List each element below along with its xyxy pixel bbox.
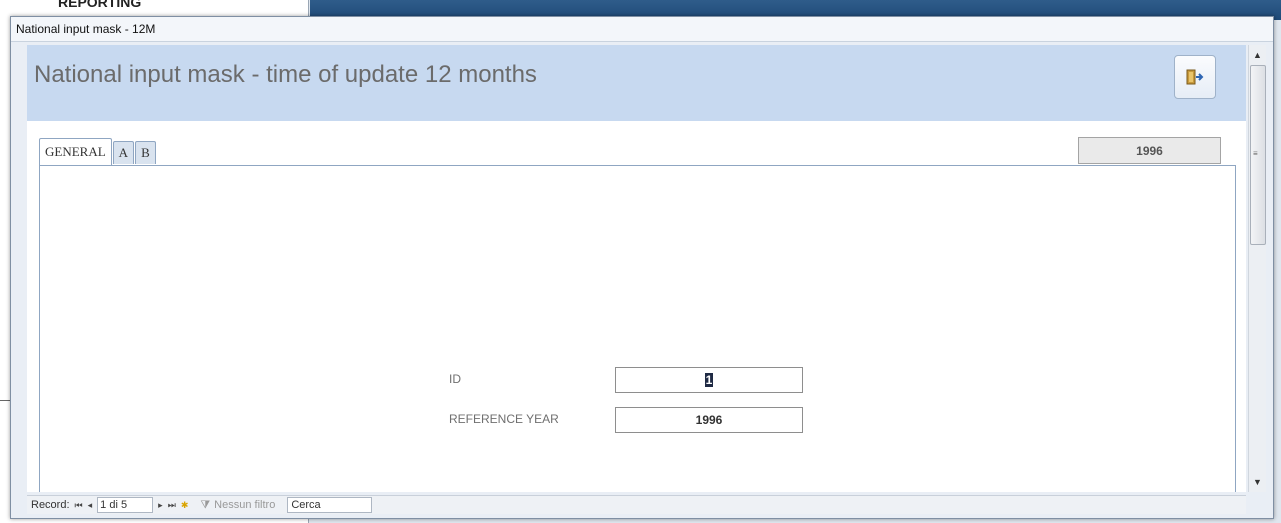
new-record-icon[interactable]: ✱ [181, 500, 189, 511]
record-label: Record: [31, 499, 70, 511]
reference-year-field[interactable]: 1996 [615, 407, 803, 433]
record-navigation-bar: Record: ⏮ ◂ 1 di 5 ▸ ⏭ ✱ ⧩ Nessun filtro… [27, 495, 1246, 514]
scroll-down-icon[interactable]: ▼ [1249, 474, 1266, 490]
form-window: National input mask - 12M National input… [10, 16, 1274, 519]
year-display: 1996 [1078, 137, 1221, 164]
previous-record-icon[interactable]: ◂ [88, 500, 93, 511]
vertical-scrollbar[interactable]: ▲ ≡ ▼ [1248, 45, 1266, 492]
tab-a[interactable]: A [112, 141, 135, 164]
next-record-icon[interactable]: ▸ [158, 500, 163, 511]
tab-b[interactable]: B [135, 141, 156, 164]
exit-door-icon [1186, 69, 1204, 85]
reference-year-label: REFERENCE YEAR [449, 412, 559, 426]
form-content: National input mask - time of update 12 … [27, 45, 1246, 492]
filter-status[interactable]: ⧩ Nessun filtro [200, 499, 275, 512]
last-record-icon[interactable]: ⏭ [168, 500, 176, 511]
record-position-input[interactable]: 1 di 5 [97, 497, 154, 513]
window-titlebar[interactable]: National input mask - 12M [11, 17, 1273, 42]
filter-label: Nessun filtro [214, 499, 276, 511]
reporting-heading: REPORTING [58, 0, 142, 10]
tab-panel-general: ID 1 REFERENCE YEAR 1996 [39, 165, 1236, 492]
filter-icon: ⧩ [200, 498, 211, 511]
first-record-icon[interactable]: ⏮ [75, 500, 83, 511]
form-header: National input mask - time of update 12 … [27, 45, 1246, 121]
tab-general[interactable]: GENERAL [39, 138, 112, 165]
window-title: National input mask - 12M [16, 22, 156, 36]
tab-strip: GENERAL A B [39, 138, 157, 165]
search-input[interactable]: Cerca [287, 497, 373, 513]
exit-button[interactable] [1174, 55, 1216, 99]
divider [0, 400, 10, 401]
page-title: National input mask - time of update 12 … [34, 61, 537, 88]
grip-icon: ≡ [1253, 149, 1258, 158]
id-label: ID [449, 372, 461, 386]
scroll-up-icon[interactable]: ▲ [1249, 47, 1266, 63]
id-field[interactable]: 1 [615, 367, 803, 393]
id-value: 1 [704, 373, 714, 387]
